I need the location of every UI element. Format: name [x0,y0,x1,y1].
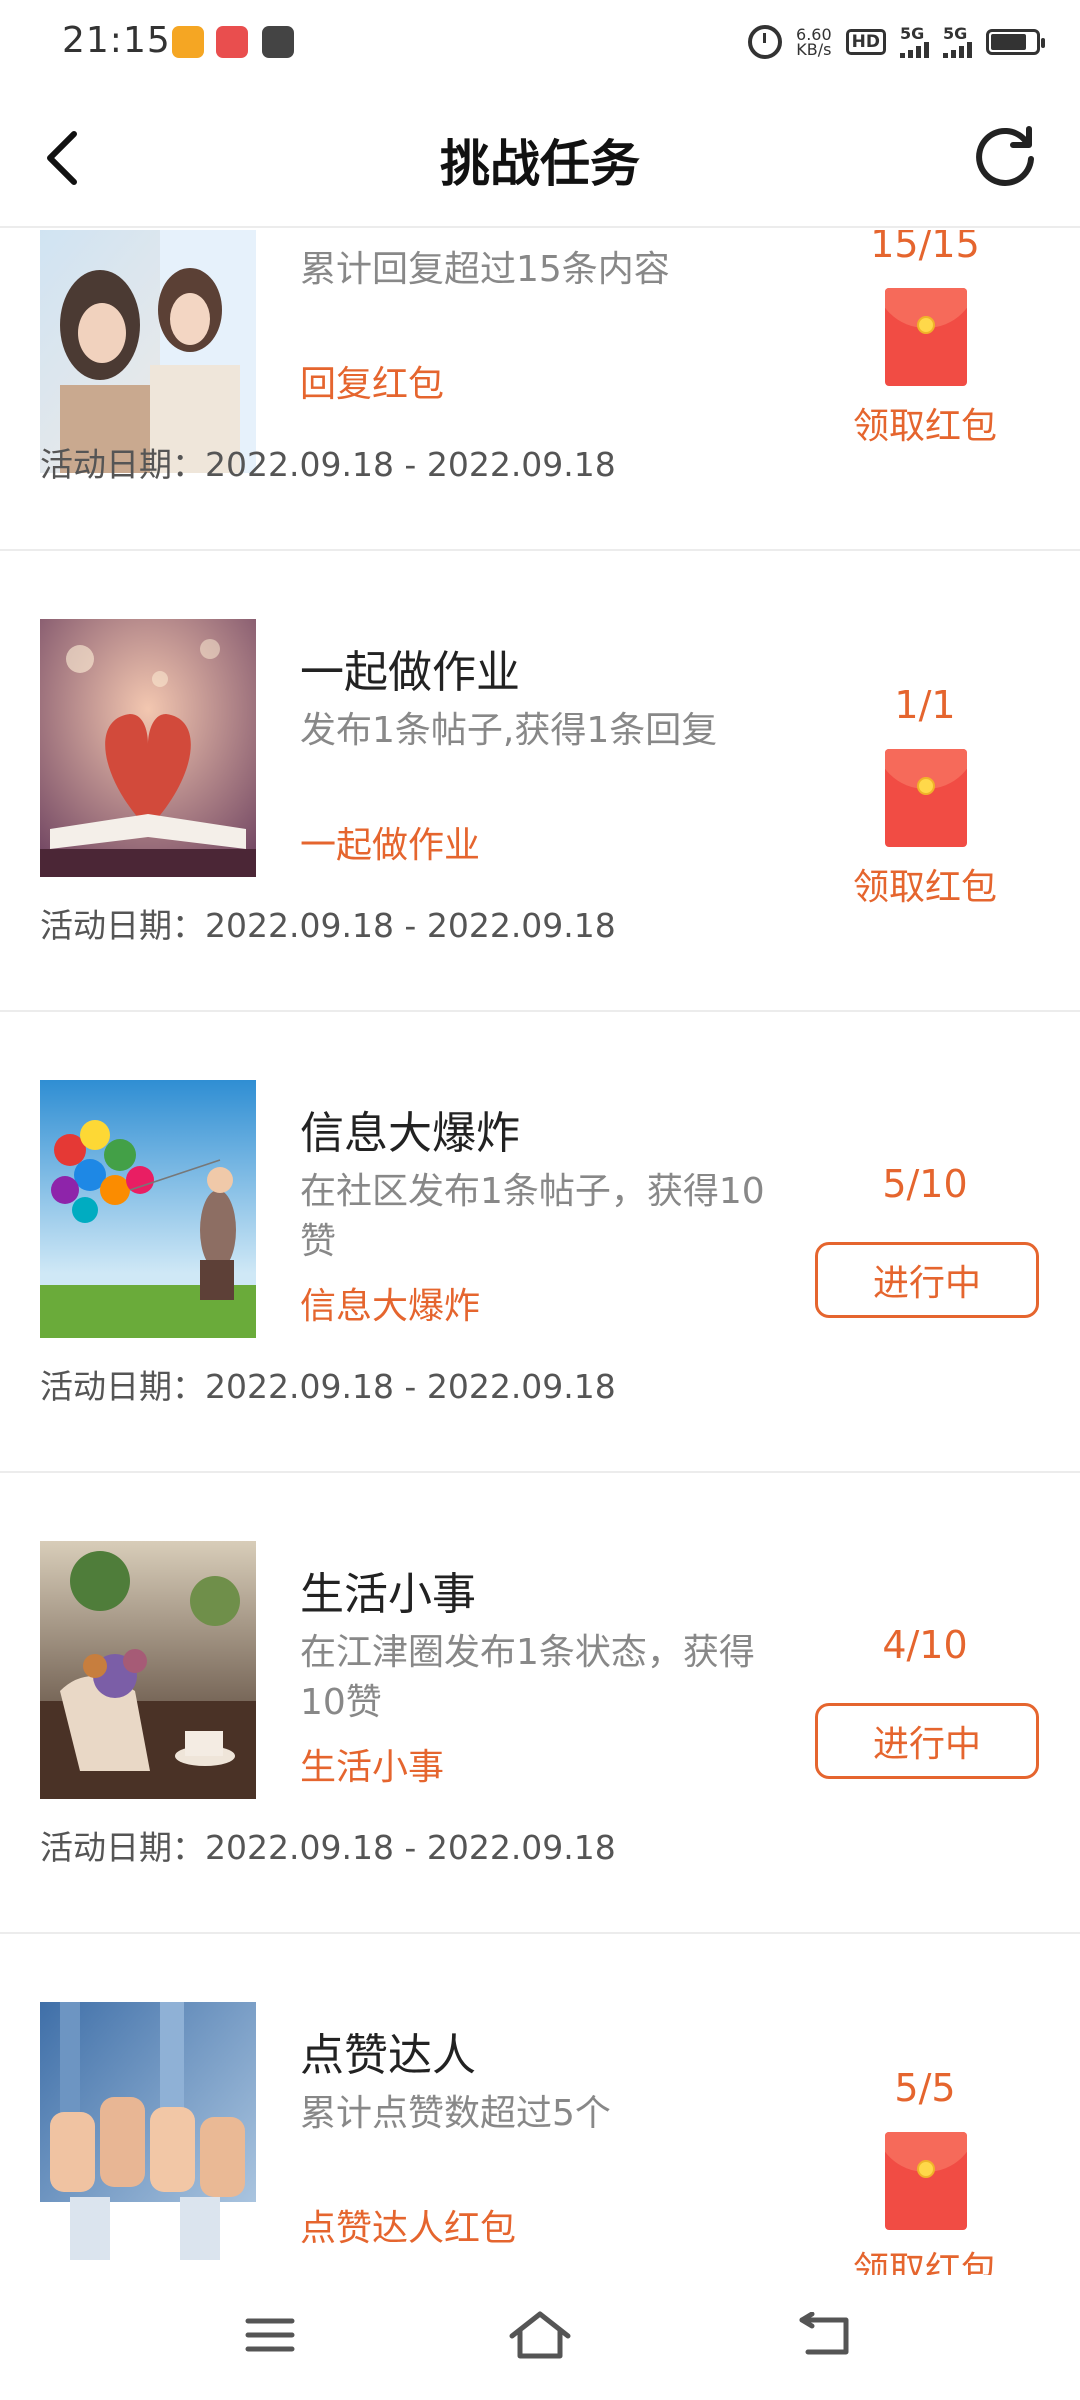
app-header: 挑战任务 [0,86,1080,228]
home-icon [509,2311,571,2359]
task-name: 信息大爆炸 [300,1108,520,1159]
task-progress: 5/10 [882,1162,968,1206]
menu-icon [245,2318,295,2352]
alarm-icon [748,25,783,59]
task-tag: 信息大爆炸 [300,1286,481,1327]
task-thumbnail [40,1541,256,1799]
back-nav-button[interactable] [785,2305,865,2365]
status-bar: 21:15 6.60 KB/s HD 5G 5G [0,0,1080,86]
signal-label: 5G [900,24,925,43]
hd-icon: HD [845,29,886,55]
return-icon [799,2312,849,2355]
claim-red-envelope-button[interactable]: 领取红包 [810,858,1040,910]
battery-icon [986,29,1045,55]
in-progress-button[interactable]: 进行中 [815,1703,1039,1779]
task-description: 在社区发布1条帖子，获得10赞 [300,1171,765,1262]
in-progress-button[interactable]: 进行中 [815,1242,1039,1318]
task-tag: 一起做作业 [300,825,481,866]
task-tag: 生活小事 [300,1747,445,1788]
task-description: 累计点赞数超过5个 [300,2093,611,2134]
status-time: 21:15 [62,20,171,61]
task-tag: 点赞达人红包 [300,2208,517,2249]
app-notification-icon [172,26,204,58]
task-item[interactable]: 点赞达人 累计点赞数超过5个 点赞达人红包 5/5 领取红包 [0,1934,1080,2275]
task-date: 活动日期：2022.09.18 - 2022.09.18 [40,1367,616,1406]
task-item[interactable]: 累计回复超过15条内容 回复红包 活动日期：2022.09.18 - 2022.… [0,230,1080,551]
task-thumbnail [40,2002,256,2260]
task-progress: 4/10 [882,1623,968,1667]
task-date: 活动日期：2022.09.18 - 2022.09.18 [40,1828,616,1867]
task-description: 在江津圈发布1条状态，获得10赞 [300,1632,755,1723]
task-progress: 1/1 [894,683,956,727]
task-list[interactable]: 累计回复超过15条内容 回复红包 活动日期：2022.09.18 - 2022.… [0,230,1080,2275]
task-description: 发布1条帖子,获得1条回复 [300,710,718,751]
task-item[interactable]: 生活小事 在江津圈发布1条状态，获得10赞 生活小事 活动日期：2022.09.… [0,1473,1080,1934]
task-thumbnail [40,619,256,877]
task-progress: 5/5 [894,2066,956,2110]
red-envelope-icon[interactable] [885,2132,967,2230]
claim-red-envelope-button[interactable]: 领取红包 [810,397,1040,449]
task-date: 活动日期：2022.09.18 - 2022.09.18 [40,906,616,945]
app-notification-icon [216,26,248,58]
task-thumbnail [40,1080,256,1338]
app-notification-icon [262,26,294,58]
system-nav-bar [0,2275,1080,2400]
signal-icon: 5G [943,26,972,58]
net-speed: 6.60 KB/s [796,27,832,59]
task-name: 点赞达人 [300,2030,476,2081]
red-envelope-icon[interactable] [885,288,967,386]
menu-nav-button[interactable] [230,2305,310,2365]
task-date: 活动日期：2022.09.18 - 2022.09.18 [40,445,616,484]
page-title: 挑战任务 [440,135,640,193]
task-name: 一起做作业 [300,647,520,698]
net-speed-unit: KB/s [796,40,832,59]
signal-label: 5G [943,24,968,43]
home-nav-button[interactable] [500,2305,580,2365]
red-envelope-icon[interactable] [885,749,967,847]
claim-red-envelope-button[interactable]: 领取红包 [810,2241,1040,2275]
task-progress: 15/15 [870,230,980,266]
system-icons: 6.60 KB/s HD 5G 5G [748,22,1045,62]
task-name: 生活小事 [300,1569,476,1620]
task-item[interactable]: 信息大爆炸 在社区发布1条帖子，获得10赞 信息大爆炸 活动日期：2022.09… [0,1012,1080,1473]
task-tag: 回复红包 [300,364,445,405]
refresh-button[interactable] [966,116,1046,196]
task-description: 累计回复超过15条内容 [300,249,670,290]
refresh-icon [976,126,1034,186]
signal-icon: 5G [900,26,929,58]
task-item[interactable]: 一起做作业 发布1条帖子,获得1条回复 一起做作业 活动日期：2022.09.1… [0,551,1080,1012]
task-thumbnail [40,230,256,473]
